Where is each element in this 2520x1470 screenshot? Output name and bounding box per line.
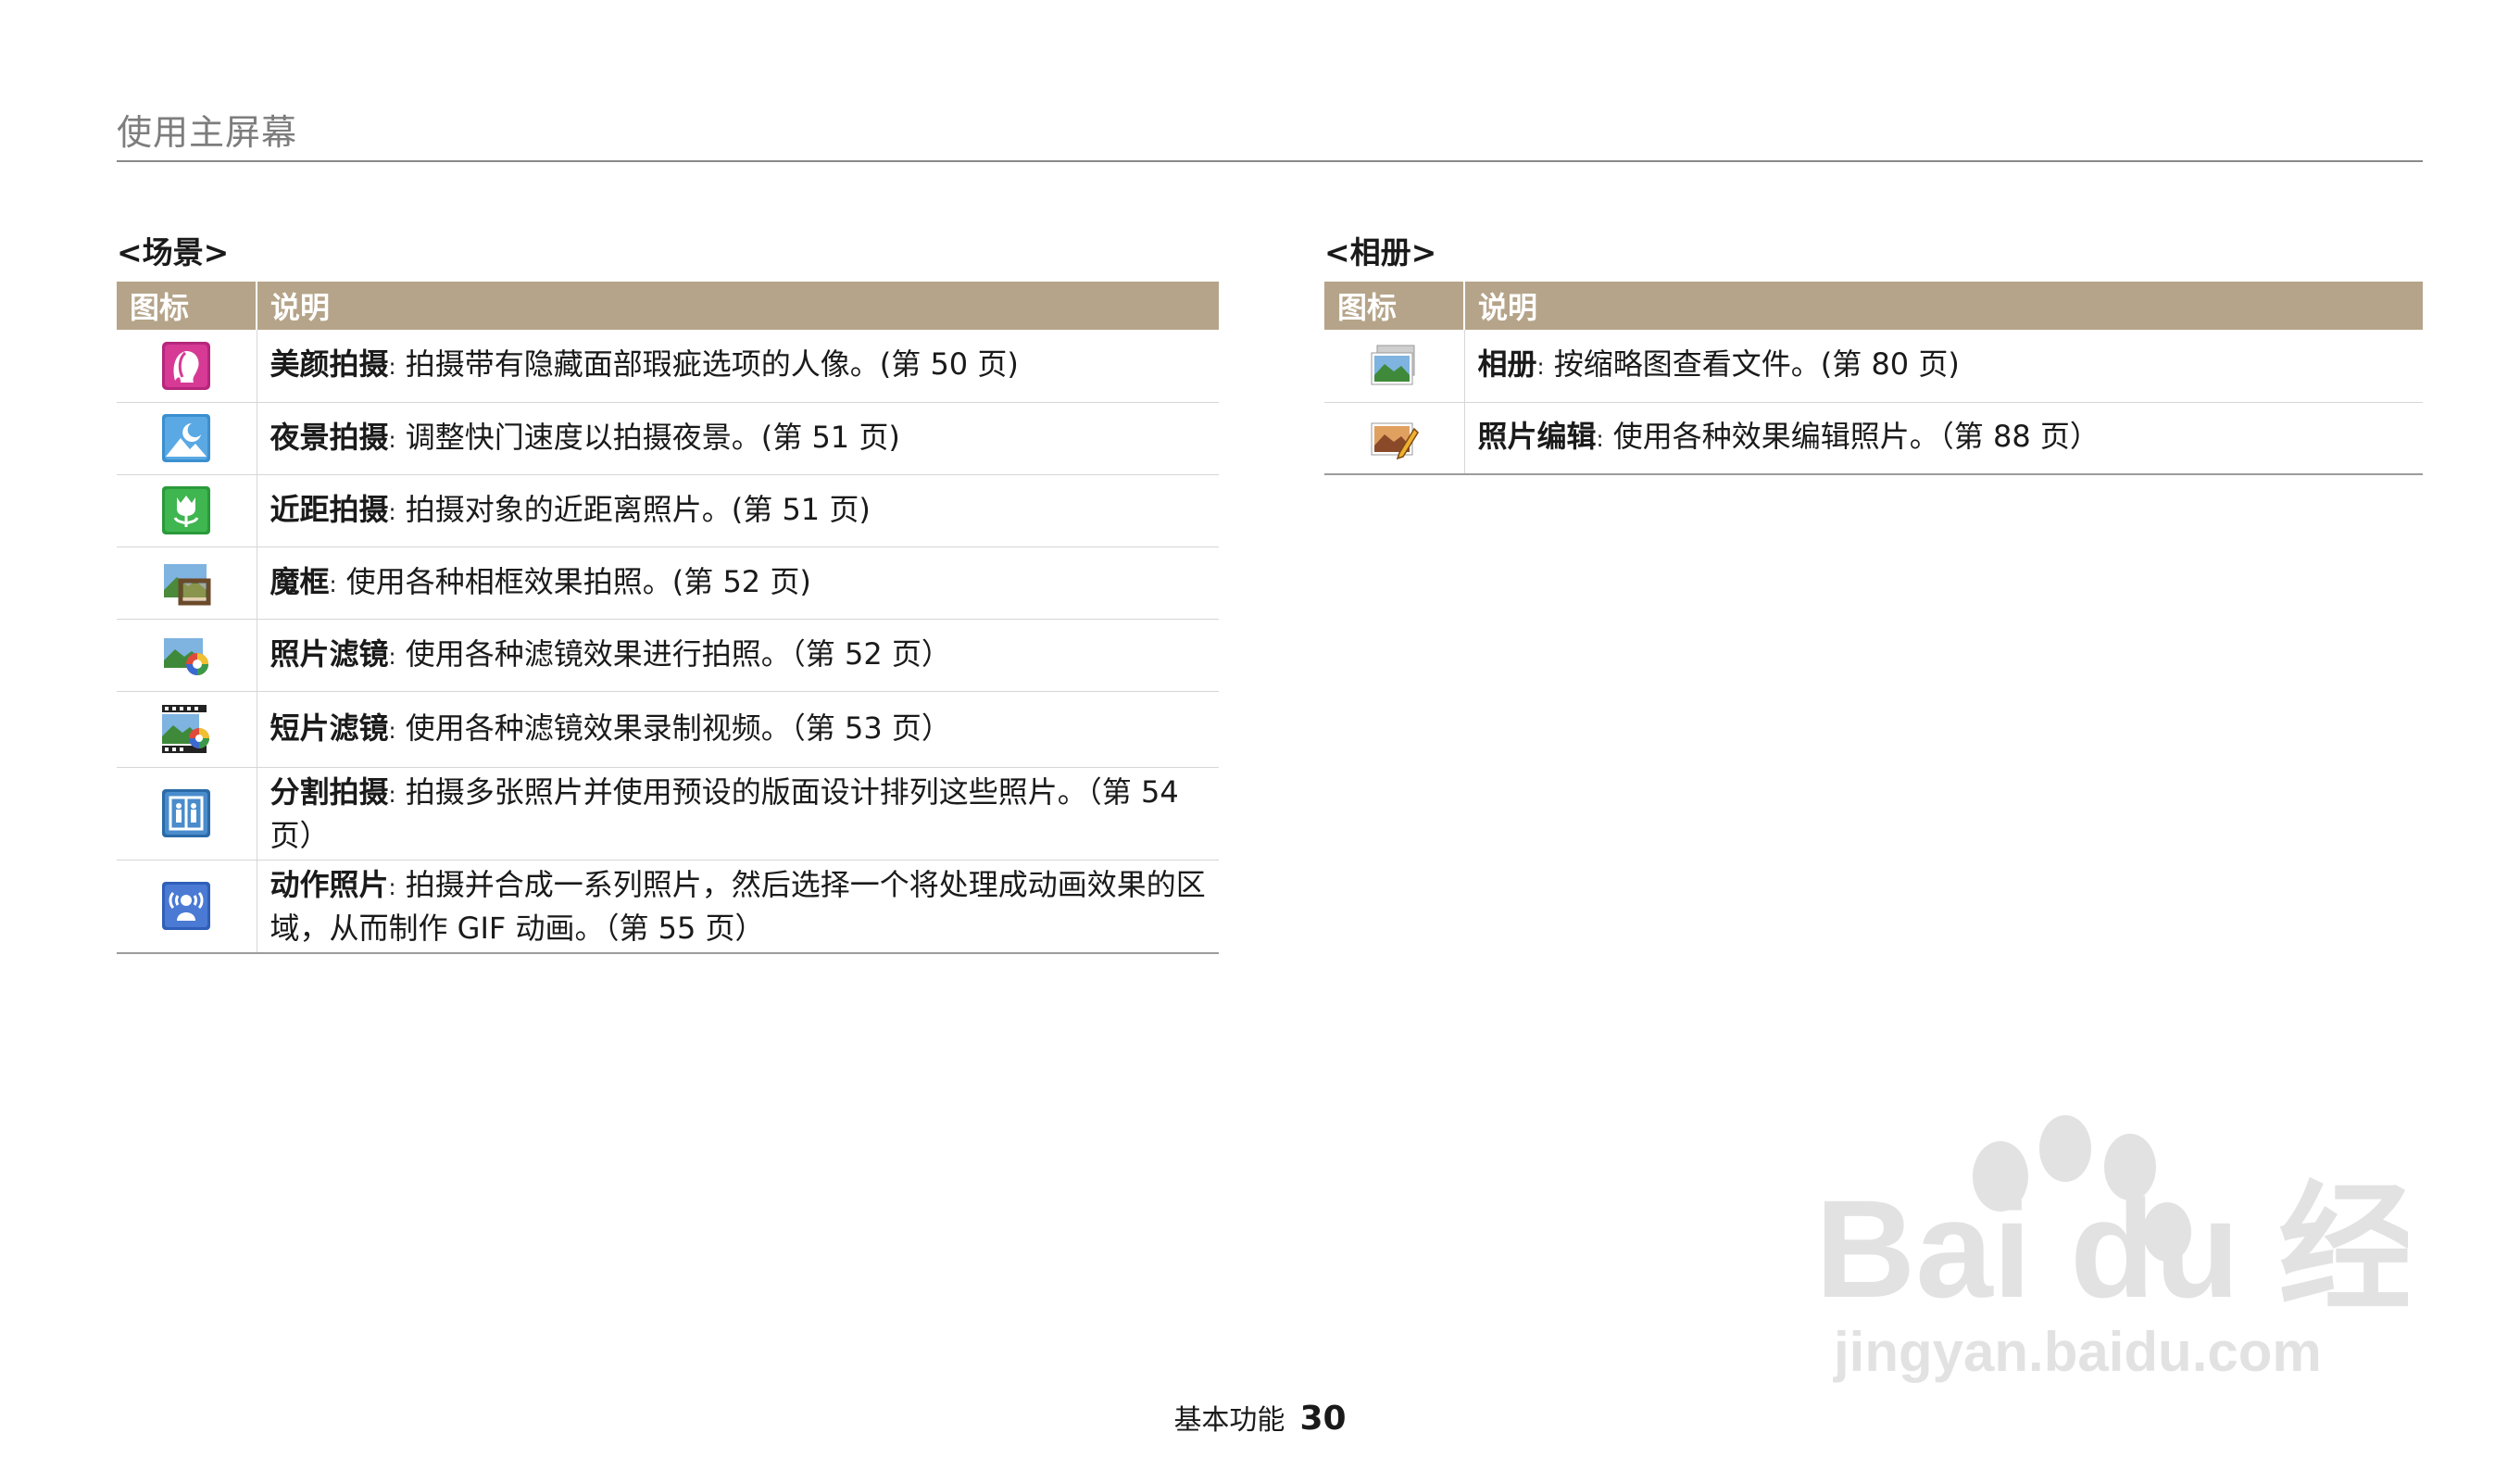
- row-separator: :: [329, 571, 337, 597]
- list-item: 美颜拍摄: 拍摄带有隐藏面部瑕疵选项的人像。(第 50 页): [257, 330, 1219, 403]
- scene-section-title: <场景>: [117, 234, 230, 270]
- list-item: 分割拍摄: 拍摄多张照片并使用预设的版面设计排列这些照片。（第 54 页）: [257, 767, 1219, 861]
- row-description: 使用各种滤镜效果进行拍照。（第 52 页）: [405, 635, 951, 672]
- row-description: 使用各种效果编辑照片。（第 88 页）: [1612, 419, 2100, 455]
- row-description: 拍摄多张照片并使用预设的版面设计排列这些照片。（第 54 页）: [270, 773, 1179, 853]
- row-description: 拍摄并合成一系列照片，然后选择一个将处理成动画效果的区域，从而制作 GIF 动画…: [270, 866, 1206, 946]
- row-term: 分割拍摄: [270, 773, 389, 810]
- row-description: 使用各种滤镜效果录制视频。（第 53 页）: [405, 710, 951, 746]
- album-col-icon-header: 图标: [1324, 282, 1465, 330]
- night-scene-icon: [160, 412, 212, 464]
- scene-col-desc-header: 说明: [257, 282, 1219, 330]
- scene-col-icon-header: 图标: [117, 282, 257, 330]
- table-row: 照片编辑: 使用各种效果编辑照片。（第 88 页）: [1324, 402, 2423, 475]
- row-separator: :: [1596, 426, 1604, 453]
- row-term: 近距拍摄: [270, 491, 389, 527]
- table-row: 美颜拍摄: 拍摄带有隐藏面部瑕疵选项的人像。(第 50 页): [117, 330, 1219, 403]
- album-table: 图标 说明 相册: 按缩略图查看文件。(第 80 页) 照片编辑: 使用各种效果…: [1324, 282, 2423, 475]
- page-title: 使用主屏幕: [117, 112, 298, 153]
- table-row: 照片滤镜: 使用各种滤镜效果进行拍照。（第 52 页）: [117, 619, 1219, 692]
- album-icon: [1368, 340, 1420, 392]
- page-number: 30: [1299, 1400, 1347, 1438]
- row-separator: :: [388, 643, 396, 670]
- row-description: 调整快门速度以拍摄夜景。(第 51 页): [405, 419, 900, 455]
- row-separator: :: [388, 354, 396, 381]
- photo-editor-icon: [1368, 412, 1420, 464]
- motion-photo-icon: [160, 880, 212, 932]
- list-item: 短片滤镜: 使用各种滤镜效果录制视频。（第 53 页）: [257, 691, 1219, 768]
- row-separator: :: [388, 426, 396, 453]
- table-row: 相册: 按缩略图查看文件。(第 80 页): [1324, 330, 2423, 403]
- row-description: 拍摄带有隐藏面部瑕疵选项的人像。(第 50 页): [405, 346, 1019, 383]
- row-term: 魔框: [270, 563, 330, 599]
- movie-filter-icon: [160, 703, 212, 755]
- list-item: 夜景拍摄: 调整快门速度以拍摄夜景。(第 51 页): [257, 402, 1219, 475]
- watermark-brand: Bai du 经验: [1815, 1171, 2408, 1326]
- album-section-title: <相册>: [1324, 234, 1437, 270]
- row-description: 使用各种相框效果拍照。(第 52 页): [345, 563, 811, 599]
- watermark-url: jingyan.baidu.com: [1833, 1321, 2322, 1383]
- list-item: 照片滤镜: 使用各种滤镜效果进行拍照。（第 52 页）: [257, 619, 1219, 692]
- list-item: 相册: 按缩略图查看文件。(第 80 页): [1464, 330, 2423, 403]
- scene-table: 图标 说明 美颜拍摄: 拍摄带有隐藏面部瑕疵选项的人像。(第 50 页) 夜景拍…: [117, 282, 1219, 954]
- scene-section: <场景> 图标 说明 美颜拍摄: 拍摄带有隐藏面部瑕疵选项的人像。(第 50 页…: [117, 228, 1219, 954]
- row-description: 拍摄对象的近距离照片。(第 51 页): [405, 491, 871, 527]
- beauty-face-icon: [160, 340, 212, 392]
- album-col-desc-header: 说明: [1464, 282, 2423, 330]
- baidu-watermark: Bai du 经验 jingyan.baidu.com: [1797, 1093, 2520, 1389]
- row-term: 照片滤镜: [270, 635, 389, 672]
- album-section: <相册> 图标 说明 相册: 按缩略图查看文件。(第 80 页) 照片编辑: 使…: [1324, 228, 2423, 475]
- row-term: 照片编辑: [1477, 419, 1597, 455]
- footer-label: 基本功能: [1173, 1404, 1285, 1437]
- row-separator: :: [388, 498, 396, 525]
- list-item: 照片编辑: 使用各种效果编辑照片。（第 88 页）: [1464, 402, 2423, 475]
- table-row: 短片滤镜: 使用各种滤镜效果录制视频。（第 53 页）: [117, 691, 1219, 768]
- row-description: 按缩略图查看文件。(第 80 页): [1553, 346, 1960, 383]
- list-item: 近距拍摄: 拍摄对象的近距离照片。(第 51 页): [257, 474, 1219, 547]
- row-term: 动作照片: [270, 866, 389, 902]
- row-term: 夜景拍摄: [270, 419, 389, 455]
- row-term: 短片滤镜: [270, 710, 389, 746]
- split-shot-icon: [160, 787, 212, 839]
- row-separator: :: [388, 873, 396, 900]
- row-term: 相册: [1477, 346, 1537, 383]
- row-separator: :: [1536, 354, 1545, 381]
- list-item: 动作照片: 拍摄并合成一系列照片，然后选择一个将处理成动画效果的区域，从而制作 …: [257, 860, 1219, 954]
- photo-filter-icon: [160, 629, 212, 681]
- table-row: 分割拍摄: 拍摄多张照片并使用预设的版面设计排列这些照片。（第 54 页）: [117, 767, 1219, 861]
- row-separator: :: [388, 781, 396, 808]
- table-row: 近距拍摄: 拍摄对象的近距离照片。(第 51 页): [117, 474, 1219, 547]
- page-footer: 基本功能 30: [0, 1397, 2520, 1438]
- close-up-icon: [160, 484, 212, 536]
- page-header: 使用主屏幕: [117, 104, 2423, 162]
- list-item: 魔框: 使用各种相框效果拍照。(第 52 页): [257, 547, 1219, 620]
- table-row: 魔框: 使用各种相框效果拍照。(第 52 页): [117, 547, 1219, 620]
- table-row: 夜景拍摄: 调整快门速度以拍摄夜景。(第 51 页): [117, 402, 1219, 475]
- row-term: 美颜拍摄: [270, 346, 389, 383]
- table-row: 动作照片: 拍摄并合成一系列照片，然后选择一个将处理成动画效果的区域，从而制作 …: [117, 860, 1219, 954]
- row-separator: :: [388, 717, 396, 744]
- magic-frame-icon: [160, 557, 212, 609]
